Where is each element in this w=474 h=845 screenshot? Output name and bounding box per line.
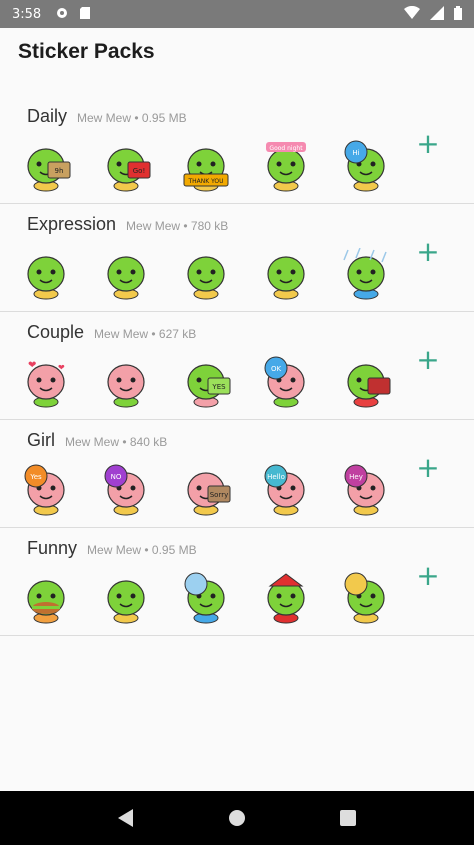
navigation-bar [0,791,474,845]
svg-text:THANK YOU: THANK YOU [187,178,223,185]
status-right [404,5,462,23]
svg-text:YES: YES [211,383,226,391]
page-title: Sticker Packs [18,40,155,63]
sticker-thumbnail: Good night [260,140,312,192]
svg-text:9h: 9h [55,167,64,175]
sd-card-icon [79,6,91,23]
back-triangle-icon[interactable] [114,806,138,830]
svg-text:❤: ❤ [28,360,36,371]
home-circle-icon[interactable] [225,806,249,830]
sticker-preview-row: Yes NO Sorry Hello Hey [20,464,392,516]
pack-header: Daily Mew Mew • 0.95 MB [27,106,187,127]
sticker-pack-row[interactable]: Couple Mew Mew • 627 kB ❤ ❤ YES OK + [0,312,474,420]
sticker-thumbnail [100,572,152,624]
sticker-thumbnail: YES [180,356,232,408]
sticker-preview-row [20,572,392,624]
add-pack-button[interactable]: + [416,454,440,482]
sticker-thumbnail [100,248,152,300]
svg-text:Hey: Hey [349,473,363,481]
sticker-pack-row[interactable]: Expression Mew Mew • 780 kB + [0,204,474,312]
svg-text:NO: NO [111,473,122,481]
sticker-thumbnail [180,248,232,300]
battery-icon [454,5,462,23]
sticker-thumbnail [260,572,312,624]
svg-text:Good night: Good night [269,145,303,152]
add-pack-button[interactable]: + [416,562,440,590]
sticker-thumbnail [20,572,72,624]
sticker-thumbnail [340,572,392,624]
sticker-thumbnail: Sorry [180,464,232,516]
sticker-thumbnail [260,248,312,300]
signal-icon [430,5,444,23]
pack-meta: Mew Mew • 0.95 MB [87,543,197,557]
pack-name: Girl [27,430,55,450]
svg-text:Sorry: Sorry [210,491,229,499]
pack-meta: Mew Mew • 780 kB [126,219,229,233]
pack-name: Couple [27,322,85,342]
pack-meta: Mew Mew • 627 kB [94,327,197,341]
svg-text:OK: OK [271,365,282,373]
pack-meta: Mew Mew • 840 kB [65,435,168,449]
sticker-thumbnail: ❤ ❤ [20,356,72,408]
sticker-pack-row[interactable]: Funny Mew Mew • 0.95 MB + [0,528,474,636]
sticker-thumbnail: Hey [340,464,392,516]
pack-name: Daily [27,106,68,126]
sticker-thumbnail: Go! [100,140,152,192]
add-pack-button[interactable]: + [416,130,440,158]
sticker-thumbnail [340,356,392,408]
sticker-thumbnail: NO [100,464,152,516]
sticker-thumbnail: Yes [20,464,72,516]
sticker-thumbnail: OK [260,356,312,408]
sticker-pack-row[interactable]: Girl Mew Mew • 840 kB Yes NO Sorry Hello… [0,420,474,528]
sticker-preview-row: ❤ ❤ YES OK [20,356,392,408]
pack-meta: Mew Mew • 0.95 MB [77,111,187,125]
sticker-thumbnail [100,356,152,408]
svg-text:Yes: Yes [29,473,42,481]
svg-text:Go!: Go! [133,167,146,175]
sticker-preview-row [20,247,392,300]
pack-header: Expression Mew Mew • 780 kB [27,214,228,235]
sticker-thumbnail: THANK YOU [180,140,232,192]
sticker-preview-row: 9h Go! THANK YOU Good night Hi [20,140,392,192]
pack-header: Funny Mew Mew • 0.95 MB [27,538,197,559]
sticker-pack-list: Daily Mew Mew • 0.95 MB 9h Go! THANK YOU [0,96,474,636]
svg-text:Hello: Hello [267,473,285,481]
sticker-thumbnail [180,572,232,624]
svg-text:❤: ❤ [58,363,65,372]
sticker-thumbnail [20,248,72,300]
sticker-thumbnail: Hello [260,464,312,516]
svg-text:Hi: Hi [352,149,359,157]
sticker-thumbnail: Hi [340,140,392,192]
sticker-thumbnail [340,247,392,300]
add-pack-button[interactable]: + [416,238,440,266]
pack-header: Girl Mew Mew • 840 kB [27,430,167,451]
settings-gear-icon [55,6,69,23]
pack-name: Expression [27,214,117,234]
pack-name: Funny [27,538,78,558]
add-pack-button[interactable]: + [416,346,440,374]
status-bar: 3:58 [0,0,474,28]
recents-square-icon[interactable] [336,806,360,830]
wifi-icon [404,5,420,23]
sticker-thumbnail: 9h [20,140,72,192]
sticker-pack-row[interactable]: Daily Mew Mew • 0.95 MB 9h Go! THANK YOU [0,96,474,204]
pack-header: Couple Mew Mew • 627 kB [27,322,196,343]
status-time: 3:58 [12,6,42,22]
app-bar: Sticker Packs [0,28,474,76]
